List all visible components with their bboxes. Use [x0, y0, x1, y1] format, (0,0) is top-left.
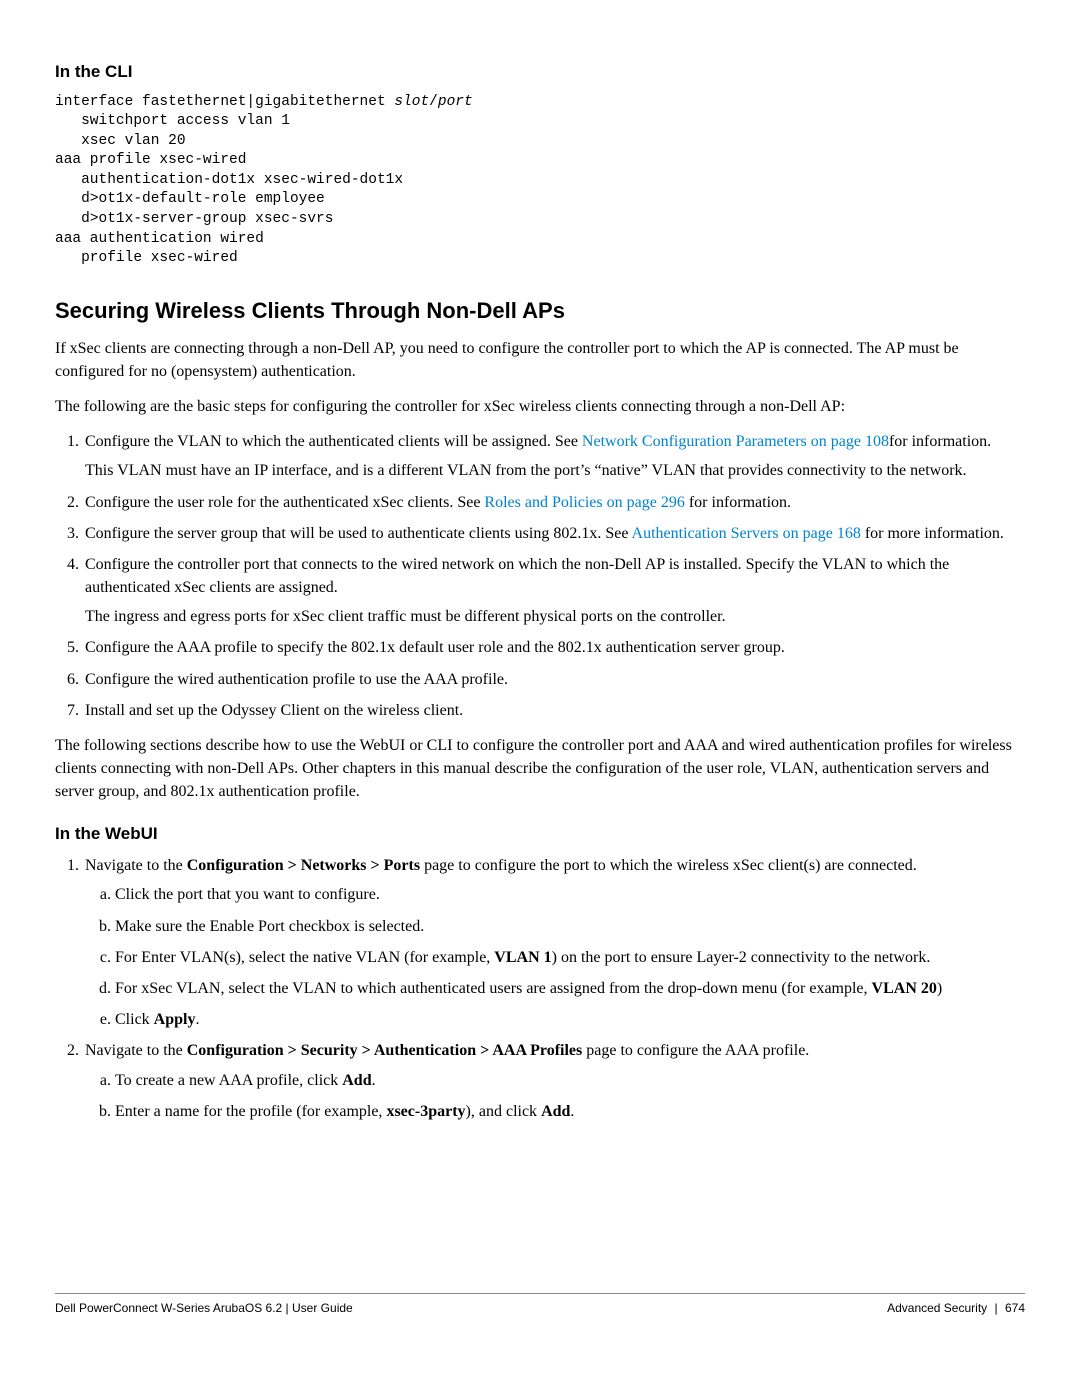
list-text: ) on the port to ensure Layer-2 connecti…: [552, 949, 931, 966]
list-item: Navigate to the Configuration > Networks…: [83, 854, 1025, 1031]
bold-text: xsec-3party: [386, 1103, 465, 1120]
list-text: Configure the server group that will be …: [85, 525, 632, 542]
list-item: Install and set up the Odyssey Client on…: [83, 699, 1025, 722]
footer-sep: |: [995, 1301, 998, 1315]
list-text: Navigate to the: [85, 1042, 187, 1059]
list-text: For Enter VLAN(s), select the native VLA…: [115, 949, 494, 966]
list-text: Configure the VLAN to which the authenti…: [85, 433, 582, 450]
body-paragraph: The following sections describe how to u…: [55, 734, 1025, 804]
bold-text: Add: [541, 1103, 570, 1120]
footer-product: Dell PowerConnect W-Series ArubaOS 6.2: [55, 1301, 282, 1315]
list-sub-paragraph: The ingress and egress ports for xSec cl…: [85, 605, 1025, 628]
list-text: ), and click: [466, 1103, 542, 1120]
list-text: Make sure the Enable Port checkbox is se…: [115, 918, 424, 935]
heading-in-the-cli: In the CLI: [55, 60, 1025, 85]
list-item: Make sure the Enable Port checkbox is se…: [115, 915, 1025, 938]
list-item: To create a new AAA profile, click Add.: [115, 1069, 1025, 1092]
list-text: ): [937, 980, 942, 997]
bold-text: Apply: [154, 1011, 196, 1028]
bold-text: Add: [342, 1072, 371, 1089]
list-text: for information.: [685, 494, 791, 511]
list-item: Navigate to the Configuration > Security…: [83, 1039, 1025, 1123]
list-text: Configure the user role for the authenti…: [85, 494, 484, 511]
list-text: Navigate to the: [85, 857, 187, 874]
heading-securing-wireless-clients: Securing Wireless Clients Through Non-De…: [55, 295, 1025, 327]
list-item: Configure the VLAN to which the authenti…: [83, 430, 1025, 482]
list-text: Configure the controller port that conne…: [85, 556, 949, 596]
lettered-list: Click the port that you want to configur…: [115, 883, 1025, 1031]
list-text: page to configure the port to which the …: [420, 857, 917, 874]
code-arg: port: [438, 94, 473, 110]
list-sub-paragraph: This VLAN must have an IP interface, and…: [85, 459, 1025, 482]
bold-text: VLAN 20: [872, 980, 937, 997]
footer-page-number: 674: [1005, 1301, 1025, 1315]
list-text: Enter a name for the profile (for exampl…: [115, 1103, 386, 1120]
code-text: switchport access vlan 1 xsec vlan 20 aa…: [55, 113, 403, 266]
list-text: .: [195, 1011, 199, 1028]
link-roles-and-policies[interactable]: Roles and Policies on page 296: [484, 494, 684, 511]
list-item: Configure the controller port that conne…: [83, 553, 1025, 629]
lettered-list: To create a new AAA profile, click Add. …: [115, 1069, 1025, 1123]
list-text: Click the port that you want to configur…: [115, 886, 380, 903]
code-text: interface fastethernet|gigabitethernet: [55, 94, 394, 110]
footer-right: Advanced Security | 674: [887, 1300, 1025, 1317]
heading-in-the-webui: In the WebUI: [55, 822, 1025, 847]
footer-section: Advanced Security: [887, 1301, 987, 1315]
list-text: Configure the wired authentication profi…: [85, 671, 508, 688]
list-text: .: [372, 1072, 376, 1089]
list-text: Click: [115, 1011, 154, 1028]
list-text: Install and set up the Odyssey Client on…: [85, 702, 463, 719]
list-item: Configure the user role for the authenti…: [83, 491, 1025, 514]
body-paragraph: The following are the basic steps for co…: [55, 395, 1025, 418]
bold-path: Configuration > Security > Authenticatio…: [187, 1042, 583, 1059]
numbered-list: Navigate to the Configuration > Networks…: [83, 854, 1025, 1123]
list-item: Configure the AAA profile to specify the…: [83, 636, 1025, 659]
list-text: For xSec VLAN, select the VLAN to which …: [115, 980, 872, 997]
numbered-list: Configure the VLAN to which the authenti…: [83, 430, 1025, 722]
list-item: Enter a name for the profile (for exampl…: [115, 1100, 1025, 1123]
list-item: For Enter VLAN(s), select the native VLA…: [115, 946, 1025, 969]
cli-code-block: interface fastethernet|gigabitethernet s…: [55, 93, 1025, 269]
body-paragraph: If xSec clients are connecting through a…: [55, 337, 1025, 383]
footer-sep: |: [282, 1301, 292, 1315]
footer-left: Dell PowerConnect W-Series ArubaOS 6.2 |…: [55, 1300, 353, 1317]
bold-path: Configuration > Networks > Ports: [187, 857, 420, 874]
link-network-config-params[interactable]: Network Configuration Parameters on page…: [582, 433, 889, 450]
list-text: .: [570, 1103, 574, 1120]
page-footer: Dell PowerConnect W-Series ArubaOS 6.2 |…: [55, 1293, 1025, 1317]
list-text: page to configure the AAA profile.: [582, 1042, 809, 1059]
code-text: /: [429, 94, 438, 110]
code-arg: slot: [394, 94, 429, 110]
list-item: Configure the wired authentication profi…: [83, 668, 1025, 691]
list-item: Click Apply.: [115, 1008, 1025, 1031]
list-text: To create a new AAA profile, click: [115, 1072, 342, 1089]
footer-doc-type: User Guide: [292, 1301, 353, 1315]
list-item: Configure the server group that will be …: [83, 522, 1025, 545]
bold-text: VLAN 1: [494, 949, 551, 966]
list-text: for information.: [889, 433, 991, 450]
list-item: For xSec VLAN, select the VLAN to which …: [115, 977, 1025, 1000]
list-text: Configure the AAA profile to specify the…: [85, 639, 785, 656]
list-text: for more information.: [861, 525, 1004, 542]
list-item: Click the port that you want to configur…: [115, 883, 1025, 906]
link-authentication-servers[interactable]: Authentication Servers on page 168: [632, 525, 861, 542]
